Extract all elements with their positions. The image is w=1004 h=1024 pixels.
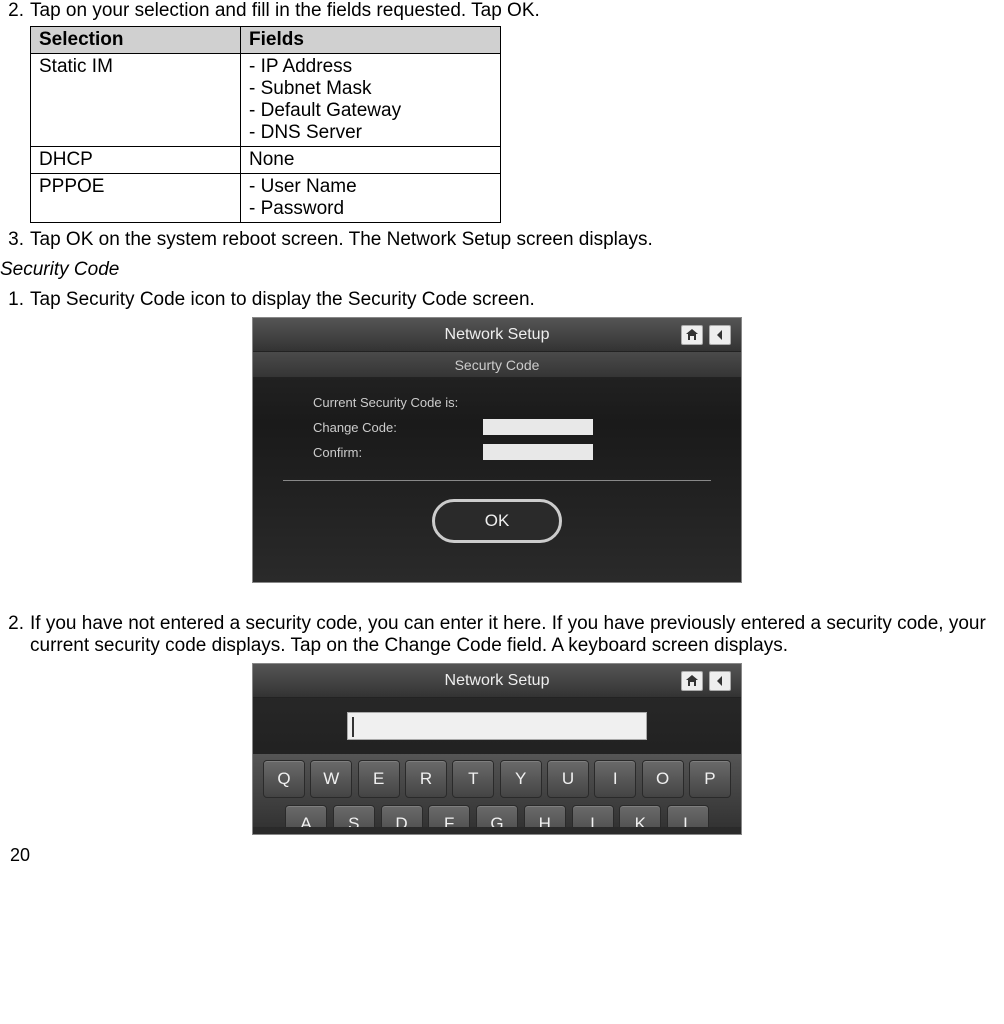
security-code-screenshot: Network Setup Securty Code Current Secur… bbox=[0, 317, 994, 583]
step-text: Tap OK on the system reboot screen. The … bbox=[30, 229, 994, 251]
key-i2[interactable]: I bbox=[572, 805, 614, 827]
cell-fields: - User Name - Password bbox=[241, 174, 501, 223]
table-header-fields: Fields bbox=[241, 27, 501, 54]
key-y[interactable]: Y bbox=[500, 760, 542, 798]
key-d[interactable]: D bbox=[381, 805, 423, 827]
confirm-input[interactable] bbox=[483, 444, 593, 460]
step-text: Tap on your selection and fill in the fi… bbox=[30, 0, 994, 22]
step-number: 2. bbox=[0, 613, 30, 635]
change-code-label: Change Code: bbox=[313, 420, 483, 435]
cell-selection: Static IM bbox=[31, 54, 241, 147]
key-l[interactable]: L bbox=[667, 805, 709, 827]
key-s[interactable]: S bbox=[333, 805, 375, 827]
keyboard-text-input[interactable] bbox=[347, 712, 647, 740]
key-f[interactable]: F bbox=[428, 805, 470, 827]
step-item: 1. Tap Security Code icon to display the… bbox=[0, 289, 994, 311]
key-u[interactable]: U bbox=[547, 760, 589, 798]
step-text: If you have not entered a security code,… bbox=[30, 613, 994, 657]
key-t[interactable]: T bbox=[452, 760, 494, 798]
step-text: Tap Security Code icon to display the Se… bbox=[30, 289, 994, 311]
table-header-selection: Selection bbox=[31, 27, 241, 54]
step-number: 1. bbox=[0, 289, 30, 311]
table-row: PPPOE - User Name - Password bbox=[31, 174, 501, 223]
step-number: 2. bbox=[0, 0, 30, 22]
screen-subtitle: Securty Code bbox=[253, 352, 741, 378]
key-w[interactable]: W bbox=[310, 760, 352, 798]
selection-fields-table: Selection Fields Static IM - IP Address … bbox=[30, 26, 994, 223]
keyboard-screenshot: Network Setup Q W E R T Y bbox=[0, 663, 994, 835]
screen-header: Network Setup bbox=[253, 318, 741, 352]
key-h[interactable]: H bbox=[524, 805, 566, 827]
step-item: 2. Tap on your selection and fill in the… bbox=[0, 0, 994, 22]
table-row: DHCP None bbox=[31, 147, 501, 174]
key-p[interactable]: P bbox=[689, 760, 731, 798]
home-icon[interactable] bbox=[681, 325, 703, 345]
key-k[interactable]: K bbox=[619, 805, 661, 827]
cell-selection: PPPOE bbox=[31, 174, 241, 223]
key-o[interactable]: O bbox=[642, 760, 684, 798]
key-r[interactable]: R bbox=[405, 760, 447, 798]
key-q[interactable]: Q bbox=[263, 760, 305, 798]
divider bbox=[283, 480, 711, 481]
keyboard: Q W E R T Y U I O P A S D F G H I K L bbox=[253, 754, 741, 827]
back-icon[interactable] bbox=[709, 671, 731, 691]
screen-title: Network Setup bbox=[445, 672, 550, 690]
key-a[interactable]: A bbox=[285, 805, 327, 827]
screen-title: Network Setup bbox=[445, 326, 550, 344]
page-number: 20 bbox=[10, 845, 30, 866]
home-icon[interactable] bbox=[681, 671, 703, 691]
back-icon[interactable] bbox=[709, 325, 731, 345]
step-item: 3. Tap OK on the system reboot screen. T… bbox=[0, 229, 994, 251]
change-code-input[interactable] bbox=[483, 419, 593, 435]
key-g[interactable]: G bbox=[476, 805, 518, 827]
cell-selection: DHCP bbox=[31, 147, 241, 174]
table-row: Static IM - IP Address - Subnet Mask - D… bbox=[31, 54, 501, 147]
cell-fields: None bbox=[241, 147, 501, 174]
ok-button[interactable]: OK bbox=[432, 499, 562, 543]
current-code-label: Current Security Code is: bbox=[313, 395, 483, 410]
step-number: 3. bbox=[0, 229, 30, 251]
screen-header: Network Setup bbox=[253, 664, 741, 698]
cell-fields: - IP Address - Subnet Mask - Default Gat… bbox=[241, 54, 501, 147]
text-cursor bbox=[352, 717, 354, 737]
step-item: 2. If you have not entered a security co… bbox=[0, 613, 994, 657]
confirm-label: Confirm: bbox=[313, 445, 483, 460]
key-i[interactable]: I bbox=[594, 760, 636, 798]
key-e[interactable]: E bbox=[358, 760, 400, 798]
section-heading-security-code: Security Code bbox=[0, 259, 994, 281]
